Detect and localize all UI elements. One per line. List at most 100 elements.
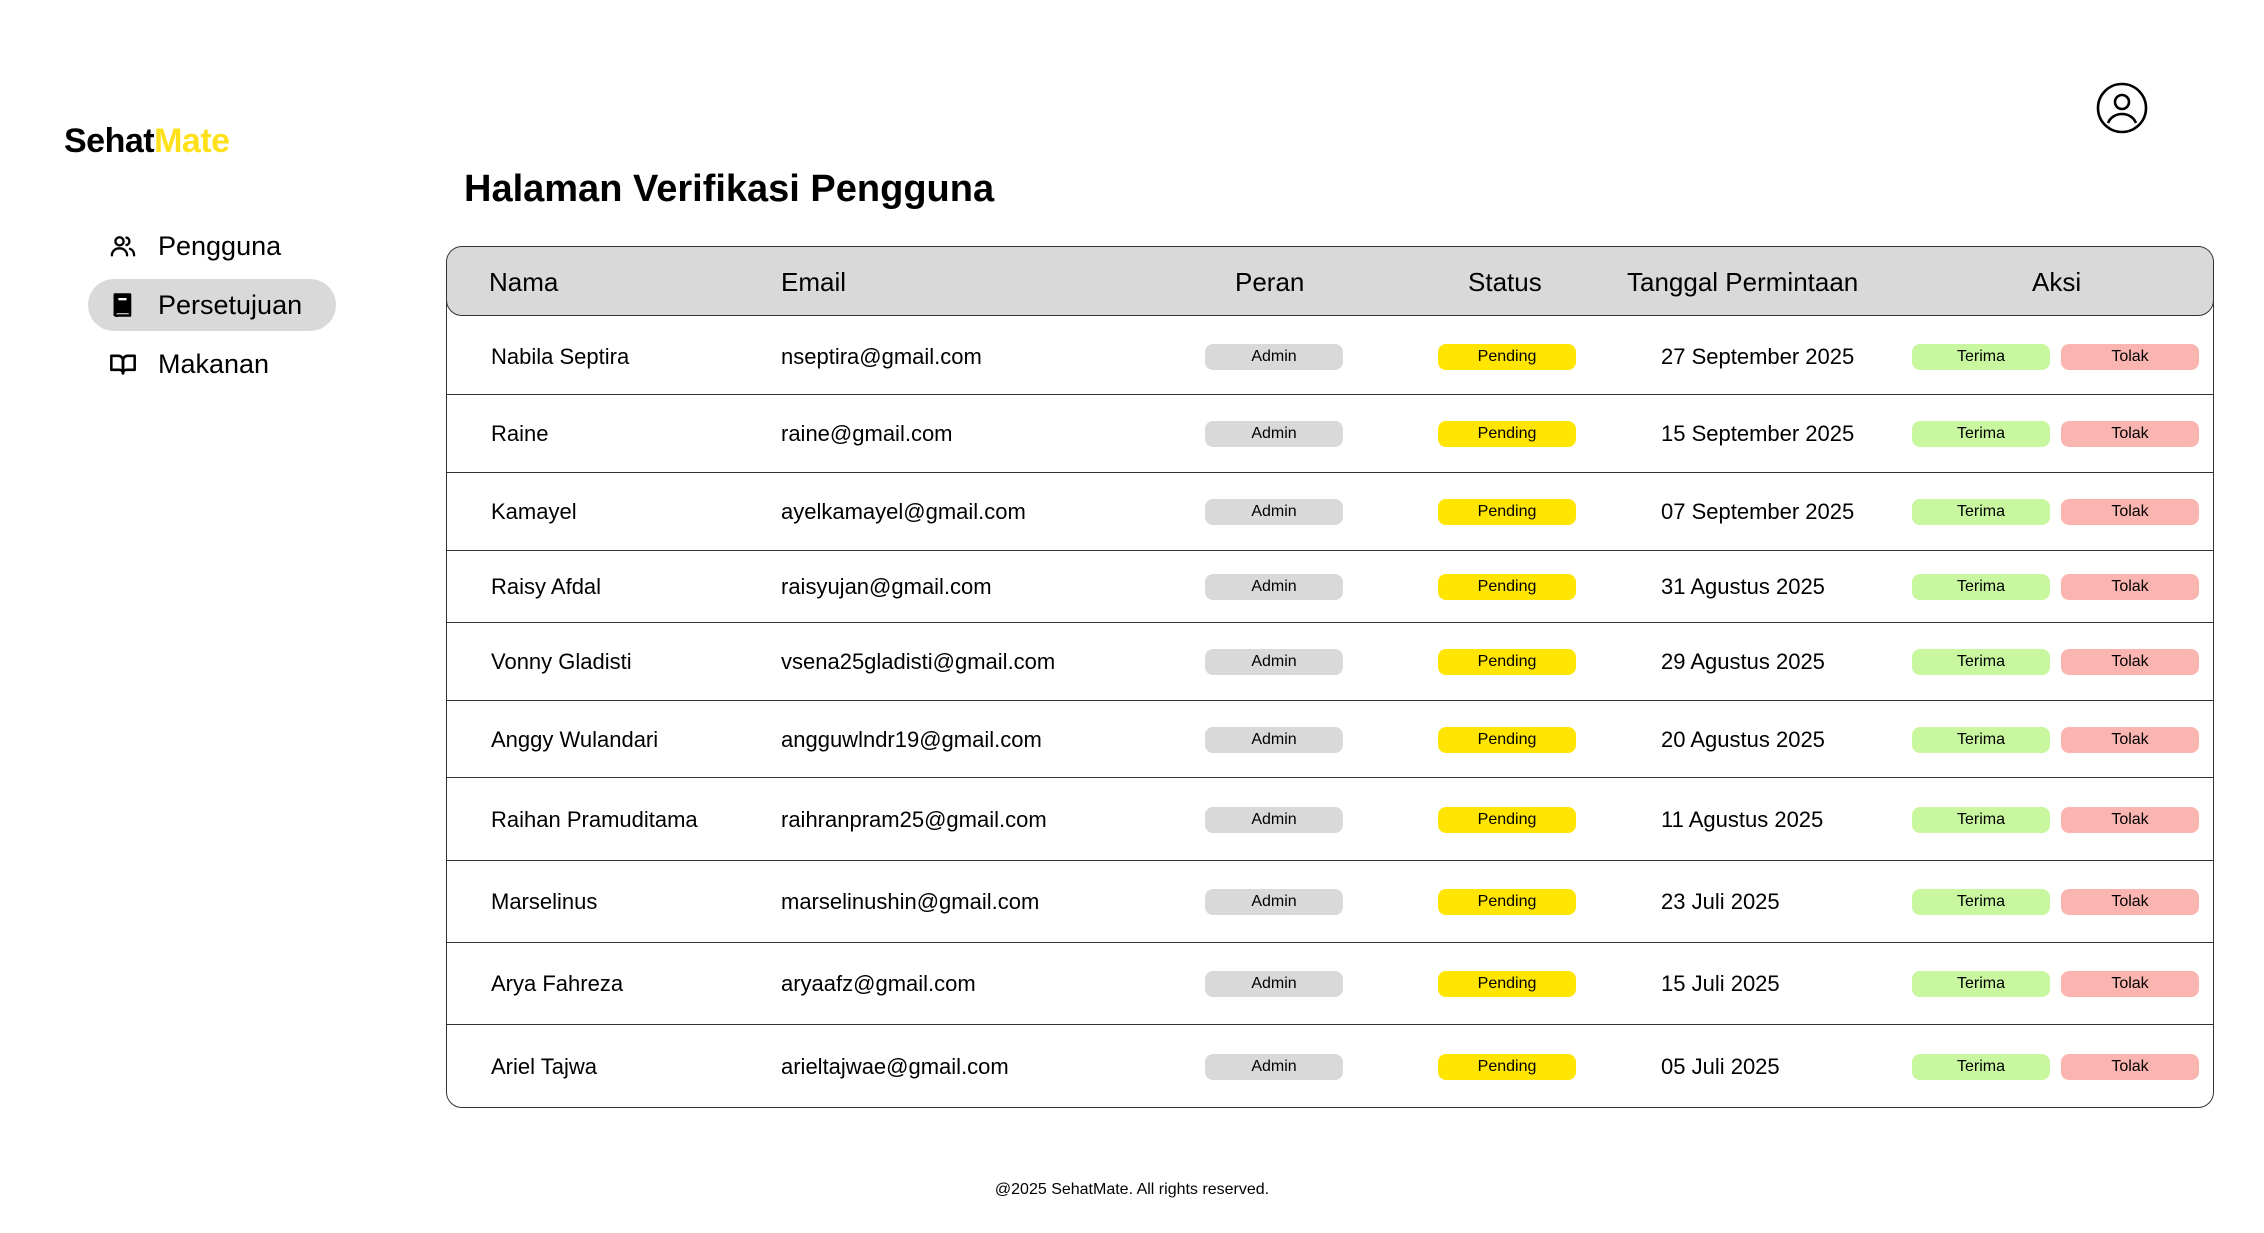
cell-email: raihranpram25@gmail.com (781, 806, 1047, 832)
cell-email: raine@gmail.com (781, 421, 953, 446)
cell-date: 27 September 2025 (1661, 344, 1855, 369)
cell-name: Arya Fahreza (491, 971, 624, 996)
cell-name: Kamayel (491, 499, 577, 524)
role-badge: Admin (1205, 499, 1343, 525)
column-header-nama: Nama (489, 267, 559, 297)
table-row: Arya Fahreza aryaafz@gmail.com Admin Pendin… (447, 943, 2213, 1025)
table-row: Raisy Afdal raisyujan@gmail.com Admin Pendi… (447, 551, 2213, 623)
role-badge: Admin (1205, 574, 1343, 600)
role-badge: Admin (1205, 889, 1343, 915)
role-badge: Admin (1205, 726, 1343, 753)
table-row: Ariel Tajwa arieltajwae@gmail.com Admin Pen… (447, 1025, 2213, 1107)
cell-name: Raihan Pramuditama (491, 806, 698, 832)
cell-email: angguwlndr19@gmail.com (781, 726, 1042, 752)
cell-date: 23 Juli 2025 (1661, 889, 1780, 914)
table-row: Anggy Wulandari angguwlndr19@gmail.com Adm… (447, 701, 2213, 778)
column-header-peran: Peran (1235, 267, 1305, 297)
reject-button[interactable]: Tolak (2061, 806, 2199, 833)
status-badge: Pending (1438, 726, 1576, 753)
cell-date: 05 Juli 2025 (1661, 1054, 1780, 1079)
accept-button[interactable]: Terima (1912, 499, 2050, 525)
reject-button[interactable]: Tolak (2061, 344, 2199, 370)
cell-email: ayelkamayel@gmail.com (781, 499, 1026, 524)
accept-button[interactable]: Terima (1912, 344, 2050, 370)
accept-button[interactable]: Terima (1912, 649, 2050, 675)
user-circle-icon (2096, 82, 2148, 138)
cell-date: 07 September 2025 (1661, 499, 1855, 524)
cell-email: nseptira@gmail.com (781, 344, 982, 369)
table-row: Nabila Septira nseptira@gmail.com Admin Pen… (447, 319, 2213, 395)
reject-button[interactable]: Tolak (2061, 971, 2199, 997)
sidebar: Pengguna Persetujuan Makanan (88, 220, 336, 397)
accept-button[interactable]: Terima (1912, 1054, 2050, 1080)
cell-name: Raine (491, 421, 549, 446)
table-row: Marselinus marselinushin@gmail.com Admin Pe… (447, 861, 2213, 943)
accept-button[interactable]: Terima (1912, 806, 2050, 833)
accept-button[interactable]: Terima (1912, 726, 2050, 753)
role-badge: Admin (1205, 806, 1343, 833)
cell-name: Anggy Wulandari (491, 726, 659, 752)
status-badge: Pending (1438, 889, 1576, 915)
reject-button[interactable]: Tolak (2061, 649, 2199, 675)
cell-name: Raisy Afdal (491, 574, 602, 599)
reject-button[interactable]: Tolak (2061, 499, 2199, 525)
cell-name: Ariel Tajwa (491, 1054, 597, 1079)
cell-date: 31 Agustus 2025 (1661, 574, 1825, 599)
footer-copyright: @2025 SehatMate. All rights reserved. (994, 1181, 1270, 1198)
status-badge: Pending (1438, 574, 1576, 600)
reject-button[interactable]: Tolak (2061, 574, 2199, 600)
logo[interactable]: SehatMate (64, 122, 230, 161)
status-badge: Pending (1438, 971, 1576, 997)
cell-email: vsena25gladisti@gmail.com (781, 649, 1056, 674)
table-header: Nama Email Peran Status Tanggal Perminta… (447, 247, 2213, 316)
cell-email: marselinushin@gmail.com (781, 889, 1040, 914)
profile-button[interactable] (2096, 82, 2148, 134)
reject-button[interactable]: Tolak (2061, 421, 2199, 447)
accept-button[interactable]: Terima (1912, 421, 2050, 447)
logo-text-mate: Mate (154, 122, 230, 160)
status-badge: Pending (1438, 1054, 1576, 1080)
accept-button[interactable]: Terima (1912, 889, 2050, 915)
role-badge: Admin (1205, 421, 1343, 447)
status-badge: Pending (1438, 344, 1576, 370)
status-badge: Pending (1438, 499, 1576, 525)
cell-date: 11 Agustus 2025 (1661, 806, 1824, 832)
sidebar-item-label: Makanan (158, 348, 270, 379)
users-icon (108, 231, 138, 261)
table-row: Raine raine@gmail.com Admin Pending 15 Septe… (447, 395, 2213, 473)
sidebar-item-pengguna[interactable]: Pengguna (88, 220, 336, 272)
status-badge: Pending (1438, 806, 1576, 833)
table-row: Raihan Pramuditama raihranpram25@gmail.co… (447, 778, 2213, 861)
table-row: Vonny Gladisti vsena25gladisti@gmail.com A… (447, 623, 2213, 701)
sidebar-item-makanan[interactable]: Makanan (88, 338, 336, 390)
column-header-tanggal: Tanggal Permintaan (1627, 267, 1859, 297)
verification-table: Nama Email Peran Status Tanggal Perminta… (446, 246, 2214, 1108)
cell-date: 20 Agustus 2025 (1661, 726, 1825, 752)
status-badge: Pending (1438, 421, 1576, 447)
role-badge: Admin (1205, 649, 1343, 675)
accept-button[interactable]: Terima (1912, 574, 2050, 600)
cell-name: Vonny Gladisti (491, 649, 632, 674)
accept-button[interactable]: Terima (1912, 971, 2050, 997)
cell-email: aryaafz@gmail.com (781, 971, 976, 996)
cell-name: Marselinus (491, 889, 598, 914)
role-badge: Admin (1205, 971, 1343, 997)
reject-button[interactable]: Tolak (2061, 889, 2199, 915)
reject-button[interactable]: Tolak (2061, 726, 2199, 753)
sidebar-item-label: Pengguna (158, 230, 282, 261)
status-badge: Pending (1438, 649, 1576, 675)
cell-date: 15 September 2025 (1661, 421, 1855, 446)
sidebar-item-label: Persetujuan (158, 289, 303, 320)
cell-date: 15 Juli 2025 (1661, 971, 1780, 996)
role-badge: Admin (1205, 1054, 1343, 1080)
column-header-aksi: Aksi (2032, 267, 2082, 297)
open-book-icon (108, 349, 138, 379)
column-header-status: Status (1468, 267, 1542, 297)
role-badge: Admin (1205, 344, 1343, 370)
logo-text-sehat: Sehat (64, 122, 155, 160)
cell-name: Nabila Septira (491, 344, 630, 369)
sidebar-item-persetujuan[interactable]: Persetujuan (88, 279, 336, 331)
reject-button[interactable]: Tolak (2061, 1054, 2199, 1080)
cell-date: 29 Agustus 2025 (1661, 649, 1825, 674)
cell-email: arieltajwae@gmail.com (781, 1054, 1009, 1079)
